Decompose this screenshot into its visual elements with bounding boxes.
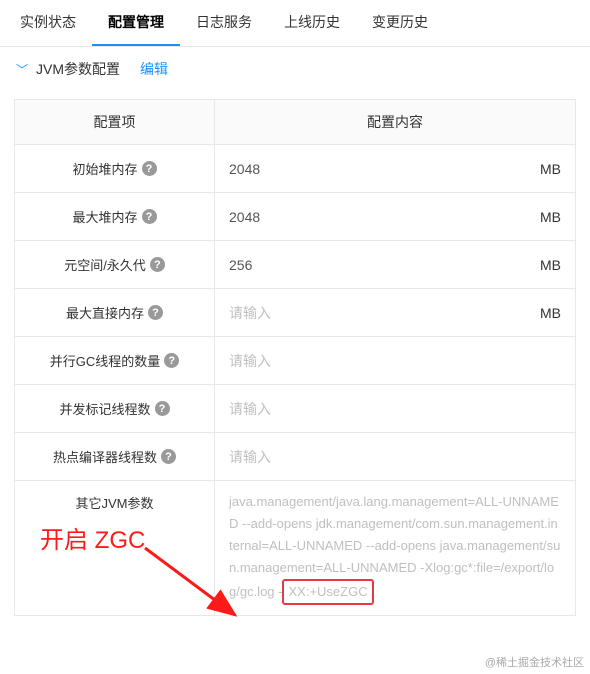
row-label: 热点编译器线程数? (15, 433, 215, 480)
jvm-params-textarea[interactable]: java.management/java.lang.management=ALL… (215, 481, 575, 615)
help-icon[interactable]: ? (142, 161, 157, 176)
watermark: @稀土掘金技术社区 (485, 654, 584, 670)
panel-title: JVM参数配置 (36, 59, 120, 79)
help-icon[interactable]: ? (148, 305, 163, 320)
row-content: MB (215, 241, 575, 288)
table-row: 元空间/永久代? MB (14, 241, 576, 289)
help-icon[interactable]: ? (155, 401, 170, 416)
row-content-other: java.management/java.lang.management=ALL… (215, 481, 575, 615)
tab-bar: 实例状态配置管理日志服务上线历史变更历史 (0, 0, 590, 47)
row-label: 并发标记线程数? (15, 385, 215, 432)
table-row: 最大堆内存? MB (14, 193, 576, 241)
table-row: 并发标记线程数? (14, 385, 576, 433)
jvm-params-text: java.management/java.lang.management=ALL… (229, 494, 560, 599)
unit-label: MB (540, 209, 561, 225)
panel-header: ﹀ JVM参数配置 编辑 (0, 47, 590, 91)
edit-link[interactable]: 编辑 (140, 59, 168, 79)
config-input[interactable] (215, 437, 575, 477)
help-icon[interactable]: ? (161, 449, 176, 464)
config-input[interactable] (215, 197, 575, 237)
chevron-down-icon[interactable]: ﹀ (16, 61, 28, 78)
row-label: 并行GC线程的数量? (15, 337, 215, 384)
help-icon[interactable]: ? (142, 209, 157, 224)
row-content: MB (215, 193, 575, 240)
row-label-other: 其它JVM参数 (15, 481, 215, 615)
row-content: MB (215, 289, 575, 336)
config-input[interactable] (215, 245, 575, 285)
row-content: MB (215, 145, 575, 192)
table-row: 并行GC线程的数量? (14, 337, 576, 385)
config-input[interactable] (215, 293, 575, 333)
unit-label: MB (540, 161, 561, 177)
table-header: 配置项 配置内容 (14, 99, 576, 145)
row-content (215, 433, 575, 480)
tab-3[interactable]: 上线历史 (268, 0, 356, 46)
config-input[interactable] (215, 389, 575, 429)
unit-label: MB (540, 257, 561, 273)
help-icon[interactable]: ? (164, 353, 179, 368)
config-input[interactable] (215, 149, 575, 189)
table-row: 初始堆内存? MB (14, 145, 576, 193)
table-row: 最大直接内存? MB (14, 289, 576, 337)
config-input[interactable] (215, 341, 575, 381)
table-row: 热点编译器线程数? (14, 433, 576, 481)
row-content (215, 385, 575, 432)
unit-label: MB (540, 305, 561, 321)
tab-4[interactable]: 变更历史 (356, 0, 444, 46)
tab-1[interactable]: 配置管理 (92, 0, 180, 46)
header-content: 配置内容 (215, 100, 575, 144)
row-label: 最大直接内存? (15, 289, 215, 336)
tab-2[interactable]: 日志服务 (180, 0, 268, 46)
row-label: 最大堆内存? (15, 193, 215, 240)
help-icon[interactable]: ? (150, 257, 165, 272)
row-content (215, 337, 575, 384)
config-table: 配置项 配置内容 初始堆内存?MB最大堆内存?MB元空间/永久代?MB最大直接内… (14, 99, 576, 616)
row-label: 初始堆内存? (15, 145, 215, 192)
header-label: 配置项 (15, 100, 215, 144)
row-label: 元空间/永久代? (15, 241, 215, 288)
table-row: 其它JVM参数 java.management/java.lang.manage… (14, 481, 576, 616)
tab-0[interactable]: 实例状态 (4, 0, 92, 46)
highlighted-param: XX:+UseZGC (282, 579, 373, 605)
